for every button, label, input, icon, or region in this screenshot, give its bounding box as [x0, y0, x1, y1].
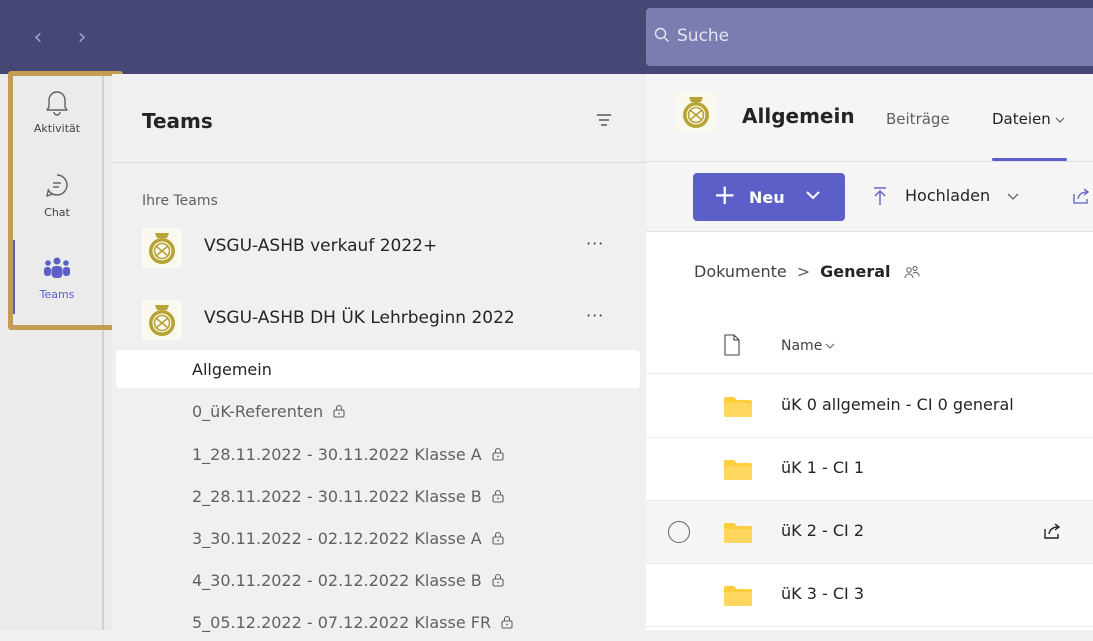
channel-header: Allgemein Beiträge Dateien — [646, 74, 1093, 162]
forward-button[interactable]: › — [72, 26, 92, 50]
file-name: üK 3 - CI 3 — [781, 584, 864, 603]
file-row[interactable]: üK 0 allgemein - CI 0 general — [646, 375, 1093, 438]
channel-name: 1_28.11.2022 - 30.11.2022 Klasse A — [192, 445, 482, 464]
folder-icon — [724, 523, 752, 543]
share-icon[interactable] — [1042, 521, 1062, 541]
chevron-down-icon — [806, 191, 820, 200]
tab-files[interactable]: Dateien — [992, 110, 1065, 128]
section-label: Ihre Teams — [142, 193, 218, 209]
team-item[interactable]: VSGU-ASHB verkauf 2022+ ··· — [142, 228, 642, 278]
channel-content: Allgemein Beiträge Dateien + Neu Hochlad… — [646, 74, 1093, 630]
breadcrumb: Dokumente > General — [694, 262, 920, 281]
breadcrumb-current: General — [820, 262, 891, 281]
channel-item[interactable]: 1_28.11.2022 - 30.11.2022 Klasse A — [116, 435, 640, 473]
new-button-label: Neu — [749, 188, 785, 207]
lock-icon — [492, 447, 504, 461]
channel-item[interactable]: 2_28.11.2022 - 30.11.2022 Klasse B — [116, 477, 640, 515]
panel-divider — [112, 162, 646, 163]
channel-item[interactable]: 3_30.11.2022 - 02.12.2022 Klasse A — [116, 519, 640, 557]
channel-item[interactable]: 0_üK-Referenten — [116, 392, 640, 430]
chevron-right-icon: > — [796, 262, 811, 281]
upload-icon — [874, 187, 886, 205]
channel-name: 2_28.11.2022 - 30.11.2022 Klasse B — [192, 487, 482, 506]
row-select-radio[interactable] — [668, 521, 690, 543]
search-placeholder: Suche — [677, 26, 730, 46]
file-name: üK 1 - CI 1 — [781, 458, 864, 477]
team-item[interactable]: VSGU-ASHB DH ÜK Lehrbeginn 2022 ··· — [142, 300, 642, 350]
name-column-label: Name — [781, 338, 823, 354]
file-type-icon — [724, 334, 740, 356]
channel-name: 5_05.12.2022 - 07.12.2022 Klasse FR — [192, 613, 492, 632]
channel-name: 3_30.11.2022 - 02.12.2022 Klasse A — [192, 529, 482, 548]
channel-item[interactable]: 5_05.12.2022 - 07.12.2022 Klasse FR — [116, 603, 640, 641]
file-name: üK 0 allgemein - CI 0 general — [781, 395, 1014, 414]
upload-button-label: Hochladen — [905, 186, 991, 205]
upload-button[interactable]: Hochladen — [872, 182, 1042, 212]
channel-item-allgemein[interactable]: Allgemein — [116, 350, 640, 388]
channel-name: 4_30.11.2022 - 02.12.2022 Klasse B — [192, 571, 482, 590]
folder-icon — [724, 586, 752, 606]
top-bar: ‹ › Suche — [0, 0, 1093, 74]
file-list-header: Name — [646, 322, 1093, 374]
more-options-button[interactable]: ··· — [586, 234, 604, 253]
file-row[interactable]: üK 1 - CI 1 — [646, 438, 1093, 501]
channel-name: 0_üK-Referenten — [192, 402, 324, 421]
channel-item[interactable]: 4_30.11.2022 - 02.12.2022 Klasse B — [116, 561, 640, 599]
share-icon[interactable] — [1071, 186, 1091, 206]
file-row[interactable]: üK 3 - CI 3 — [646, 564, 1093, 627]
sort-by-name-button[interactable]: Name — [781, 338, 835, 354]
teams-panel: Teams Ihre Teams VSGU-ASHB verkauf 2022+… — [112, 74, 646, 632]
tab-files-label: Dateien — [992, 110, 1051, 128]
team-name: VSGU-ASHB verkauf 2022+ — [204, 236, 438, 256]
new-button[interactable]: + Neu — [693, 173, 845, 221]
lock-icon — [492, 531, 504, 545]
more-options-button[interactable]: ··· — [586, 306, 604, 325]
team-avatar-icon — [142, 228, 182, 268]
search-box[interactable]: Suche — [646, 8, 1093, 66]
channel-title: Allgemein — [742, 104, 855, 128]
folder-icon — [724, 397, 752, 417]
chevron-down-icon — [825, 343, 835, 349]
filter-icon[interactable] — [596, 114, 612, 126]
people-icon — [904, 266, 920, 279]
active-tab-indicator — [992, 158, 1067, 161]
chevron-down-icon — [1007, 193, 1019, 200]
folder-icon — [724, 460, 752, 480]
panel-title: Teams — [142, 109, 213, 133]
team-avatar-icon — [676, 92, 716, 132]
lock-icon — [492, 573, 504, 587]
team-avatar-icon — [142, 300, 182, 340]
files-toolbar: + Neu Hochladen — [646, 162, 1093, 232]
chevron-down-icon — [1055, 117, 1065, 123]
breadcrumb-root[interactable]: Dokumente — [694, 262, 787, 281]
highlight-frame — [8, 71, 123, 330]
lock-icon — [492, 489, 504, 503]
file-row[interactable]: üK 2 - CI 2 — [646, 501, 1093, 564]
file-name: üK 2 - CI 2 — [781, 521, 864, 540]
plus-icon: + — [713, 178, 737, 211]
tab-posts[interactable]: Beiträge — [886, 110, 950, 128]
back-button[interactable]: ‹ — [28, 26, 48, 50]
search-icon — [654, 27, 669, 42]
lock-icon — [333, 404, 345, 418]
lock-icon — [501, 615, 513, 629]
channel-name: Allgemein — [192, 360, 272, 379]
team-name: VSGU-ASHB DH ÜK Lehrbeginn 2022 — [204, 308, 515, 328]
